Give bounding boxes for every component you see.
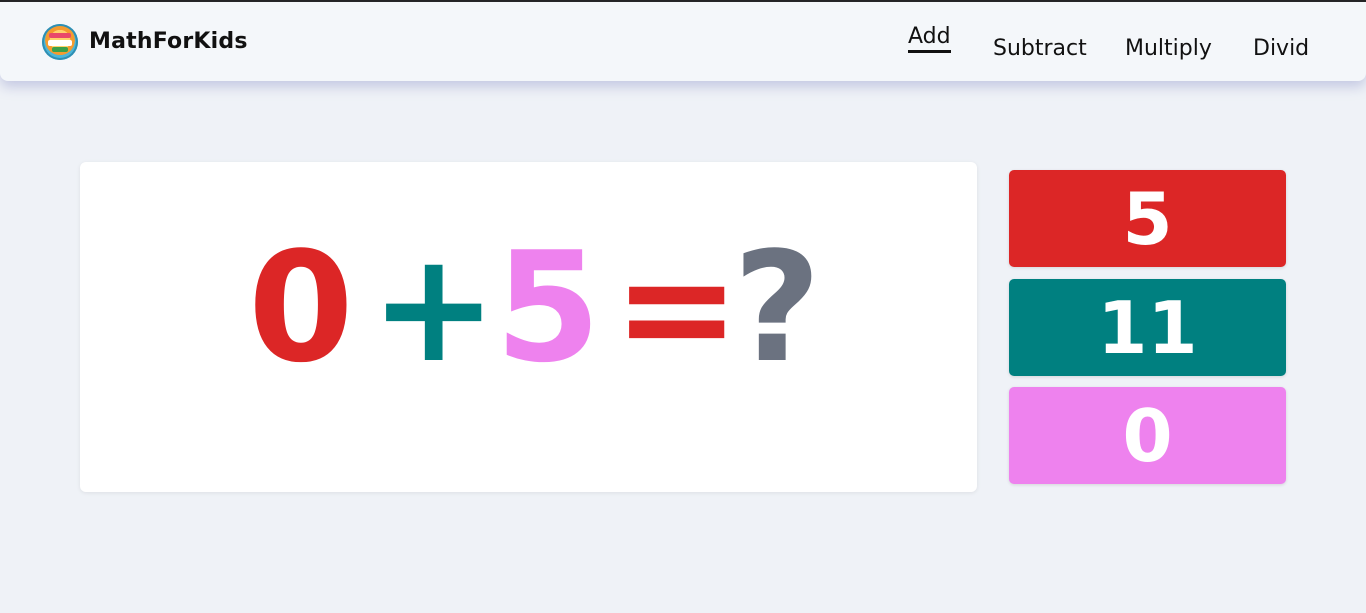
answer-option-1[interactable]: 5	[1009, 170, 1286, 267]
nav-item-subtract[interactable]: Subtract	[993, 36, 1087, 61]
answer-option-2[interactable]: 11	[1009, 279, 1286, 376]
equals-sign: =	[613, 219, 741, 396]
answer-option-3[interactable]: 0	[1009, 387, 1286, 484]
operator-plus: +	[370, 219, 498, 396]
operand-1: 0	[248, 219, 354, 396]
nav-menu: Add Subtract Multiply Divid	[0, 22, 1366, 62]
top-navbar: MathForKids Add Subtract Multiply Divid	[0, 2, 1366, 81]
unknown-answer: ?	[733, 219, 822, 396]
operand-2: 5	[495, 219, 601, 396]
nav-item-divide[interactable]: Divid	[1253, 36, 1309, 61]
equation-card: 0 + 5 = ?	[80, 162, 977, 492]
nav-item-multiply[interactable]: Multiply	[1125, 36, 1212, 61]
nav-item-add[interactable]: Add	[908, 24, 951, 53]
